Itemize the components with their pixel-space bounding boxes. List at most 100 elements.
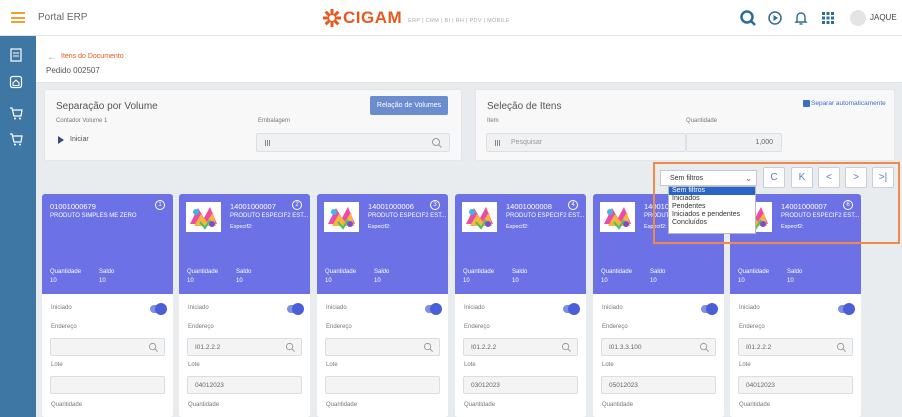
user-name[interactable]: JAQUE	[870, 13, 897, 22]
sidebar-item-cart-2[interactable]	[8, 131, 24, 147]
balance-label: Saldo	[650, 269, 666, 275]
avatar[interactable]	[850, 10, 866, 26]
search-placeholder: Pesquisar	[511, 139, 543, 146]
product-card[interactable]: 14001000007 PRODUTO ESPECIF2 EST... Especi…	[179, 194, 310, 417]
volume-title: Separação por Volume	[56, 101, 158, 112]
address-field[interactable]	[325, 338, 440, 356]
started-toggle[interactable]	[701, 303, 718, 315]
quantity-field[interactable]: 1,000	[686, 133, 782, 152]
item-search-input[interactable]: Pesquisar	[486, 133, 686, 152]
started-toggle[interactable]	[287, 303, 304, 315]
lot-value: 05012023	[609, 382, 638, 389]
started-toggle[interactable]	[150, 303, 167, 315]
started-toggle[interactable]	[563, 303, 580, 315]
started-label: Iniciado	[326, 305, 347, 311]
started-label: Iniciado	[464, 305, 485, 311]
previous-page-button[interactable]: <	[818, 167, 840, 188]
address-field[interactable]: I01.3.3.100	[601, 338, 716, 356]
card-number-badge: 3	[430, 200, 440, 210]
packaging-label: Embalagem	[258, 118, 291, 124]
brand-name: CIGAM	[343, 8, 403, 27]
play-icon[interactable]	[58, 136, 64, 144]
refresh-button[interactable]: C	[763, 167, 785, 188]
menu-icon[interactable]	[11, 12, 25, 23]
card-number-badge: 2	[292, 200, 302, 210]
search-icon[interactable]	[739, 9, 757, 27]
filter-option[interactable]: Sem filtros	[669, 187, 755, 195]
quantity-value: 10	[738, 278, 745, 284]
balance-value: 10	[512, 278, 519, 284]
address-field[interactable]: I01.2.2.2	[463, 338, 578, 356]
started-label: Iniciado	[602, 305, 623, 311]
search-icon[interactable]	[423, 342, 434, 353]
counter-label: Contador Volume 1	[56, 118, 108, 124]
address-field[interactable]: I01.2.2.2	[187, 338, 302, 356]
search-icon[interactable]	[561, 342, 572, 353]
card-body: Iniciado Endereço I01.2.2.2 Lote 03012023 Qua…	[455, 294, 586, 417]
quantity-bottom-label: Quantidade	[602, 402, 634, 408]
started-toggle[interactable]	[425, 303, 442, 315]
back-arrow-icon[interactable]: ←	[47, 52, 57, 63]
sidebar-item-documents[interactable]	[8, 47, 24, 63]
product-card[interactable]: 01001000679 PRODUTO SIMPLES ME ZERO 1 Quant…	[42, 194, 173, 417]
address-value: I01.2.2.2	[195, 344, 221, 351]
search-icon[interactable]	[148, 342, 159, 353]
started-toggle[interactable]	[838, 303, 855, 315]
card-number-badge: 4	[568, 200, 578, 210]
address-value: I01.3.3.100	[609, 344, 642, 351]
lot-field[interactable]: 04012023	[738, 376, 853, 394]
auto-separate-checkbox[interactable]	[803, 100, 810, 107]
search-icon[interactable]	[699, 342, 710, 353]
last-page-button[interactable]: >|	[872, 167, 894, 188]
first-page-button[interactable]: K	[791, 167, 813, 188]
lot-field[interactable]	[325, 376, 440, 394]
lot-label: Lote	[326, 362, 338, 368]
search-icon[interactable]	[285, 342, 296, 353]
quantity-label: Quantidade	[601, 269, 633, 275]
lot-field[interactable]	[50, 376, 165, 394]
start-label[interactable]: Iniciar	[70, 136, 89, 143]
product-spec: Especif2:	[368, 224, 391, 230]
search-icon[interactable]	[431, 137, 443, 149]
balance-label: Saldo	[99, 269, 115, 275]
breadcrumb-link[interactable]: Itens do Documento	[61, 53, 124, 60]
sidebar-item-cart[interactable]	[8, 105, 24, 121]
address-field[interactable]: I01.2.2.2	[738, 338, 853, 356]
packaging-field[interactable]	[256, 133, 450, 152]
play-circle-icon[interactable]	[766, 9, 784, 27]
product-card[interactable]: 14001000008 PRODUTO ESPECIF2 EST... Especi…	[455, 194, 586, 417]
search-icon[interactable]	[836, 342, 847, 353]
card-header: 14001000006 PRODUTO ESPECIF2 EST... Especi…	[317, 194, 448, 294]
lot-field[interactable]: 04012023	[187, 376, 302, 394]
auto-separate-label[interactable]: Separar automaticamente	[811, 100, 886, 107]
items-title: Seleção de Itens	[487, 101, 562, 112]
started-label: Iniciado	[188, 305, 209, 311]
quantity-value: 10	[50, 278, 57, 284]
sidebar-item-home[interactable]	[8, 74, 24, 90]
filter-select[interactable]: Sem filtros ⌄	[660, 170, 757, 186]
apps-grid-icon[interactable]	[819, 9, 837, 27]
filter-option[interactable]: Pendentes	[669, 203, 755, 211]
lot-field[interactable]: 03012023	[463, 376, 578, 394]
quantity-label: Quantidade	[738, 269, 770, 275]
lot-value: 04012023	[746, 382, 775, 389]
address-label: Endereço	[326, 324, 352, 330]
quantity-label: Quantidade	[686, 118, 718, 124]
address-value: I01.2.2.2	[746, 344, 772, 351]
next-page-button[interactable]: >	[845, 167, 867, 188]
quantity-label: Quantidade	[187, 269, 219, 275]
lot-field[interactable]: 05012023	[601, 376, 716, 394]
filter-option[interactable]: Concluídos	[669, 219, 755, 227]
product-description: PRODUTO SIMPLES ME ZERO	[50, 213, 137, 219]
barcode-icon	[495, 140, 500, 146]
lot-label: Lote	[739, 362, 751, 368]
bell-icon[interactable]	[792, 9, 810, 27]
quantity-bottom-label: Quantidade	[464, 402, 496, 408]
volumes-button[interactable]: Relação de Volumes	[370, 96, 448, 115]
card-header: 01001000679 PRODUTO SIMPLES ME ZERO 1 Quant…	[42, 194, 173, 294]
address-field[interactable]	[50, 338, 165, 356]
filter-dropdown-menu: Sem filtros Iniciados Pendentes Iniciado…	[668, 186, 756, 234]
filter-option[interactable]: Iniciados	[669, 195, 755, 203]
filter-option[interactable]: Iniciados e pendentes	[669, 211, 755, 219]
product-card[interactable]: 14001000006 PRODUTO ESPECIF2 EST... Especi…	[317, 194, 448, 417]
